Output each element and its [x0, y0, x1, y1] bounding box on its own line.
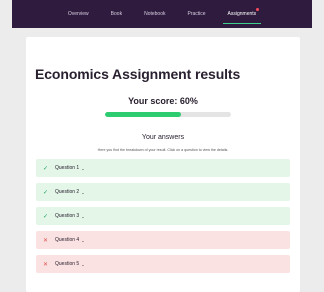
score-progress-fill — [105, 112, 181, 117]
results-card: Economics Assignment results Your score:… — [26, 37, 300, 292]
chevron-down-icon: ⌄ — [81, 213, 85, 219]
check-icon: ✓ — [43, 213, 49, 220]
score-text: Your score: 60% — [128, 96, 198, 106]
nav-item-overview[interactable]: Overview — [57, 0, 100, 28]
score-progress-bar — [105, 112, 231, 117]
chevron-down-icon: ⌄ — [81, 189, 85, 195]
nav-item-practice[interactable]: Practice — [176, 0, 216, 28]
nav-item-assignments-label: Assignments — [227, 11, 257, 17]
answers-heading: Your answers — [141, 134, 185, 141]
question-row-3[interactable]: ✓ Question 3 ⌄ — [36, 207, 290, 225]
question-label: Question 3 — [55, 213, 80, 219]
notification-dot — [256, 8, 260, 11]
nav-item-book[interactable]: Book — [100, 0, 133, 28]
answers-description: Here you find the breakdown of your resu… — [97, 148, 229, 152]
chevron-down-icon: ⌄ — [81, 165, 85, 171]
nav-item-assignments[interactable]: Assignments — [217, 0, 268, 28]
chevron-down-icon: ⌄ — [81, 237, 85, 243]
question-row-2[interactable]: ✓ Question 2 ⌄ — [36, 183, 290, 201]
top-navigation: Overview Book Notebook Practice Assignme… — [12, 0, 312, 28]
question-label: Question 4 — [55, 237, 80, 243]
cross-icon: ✕ — [43, 261, 49, 268]
nav-item-notebook[interactable]: Notebook — [133, 0, 176, 28]
question-list: ✓ Question 1 ⌄ ✓ Question 2 ⌄ ✓ Question… — [36, 159, 290, 279]
question-row-4[interactable]: ✕ Question 4 ⌄ — [36, 231, 290, 249]
question-label: Question 1 — [55, 165, 80, 171]
question-row-1[interactable]: ✓ Question 1 ⌄ — [36, 159, 290, 177]
check-icon: ✓ — [43, 165, 49, 172]
chevron-down-icon: ⌄ — [81, 261, 85, 267]
question-label: Question 5 — [55, 261, 80, 267]
question-row-5[interactable]: ✕ Question 5 ⌄ — [36, 255, 290, 273]
check-icon: ✓ — [43, 189, 49, 196]
cross-icon: ✕ — [43, 237, 49, 244]
page-title: Economics Assignment results — [35, 66, 241, 82]
question-label: Question 2 — [55, 189, 80, 195]
